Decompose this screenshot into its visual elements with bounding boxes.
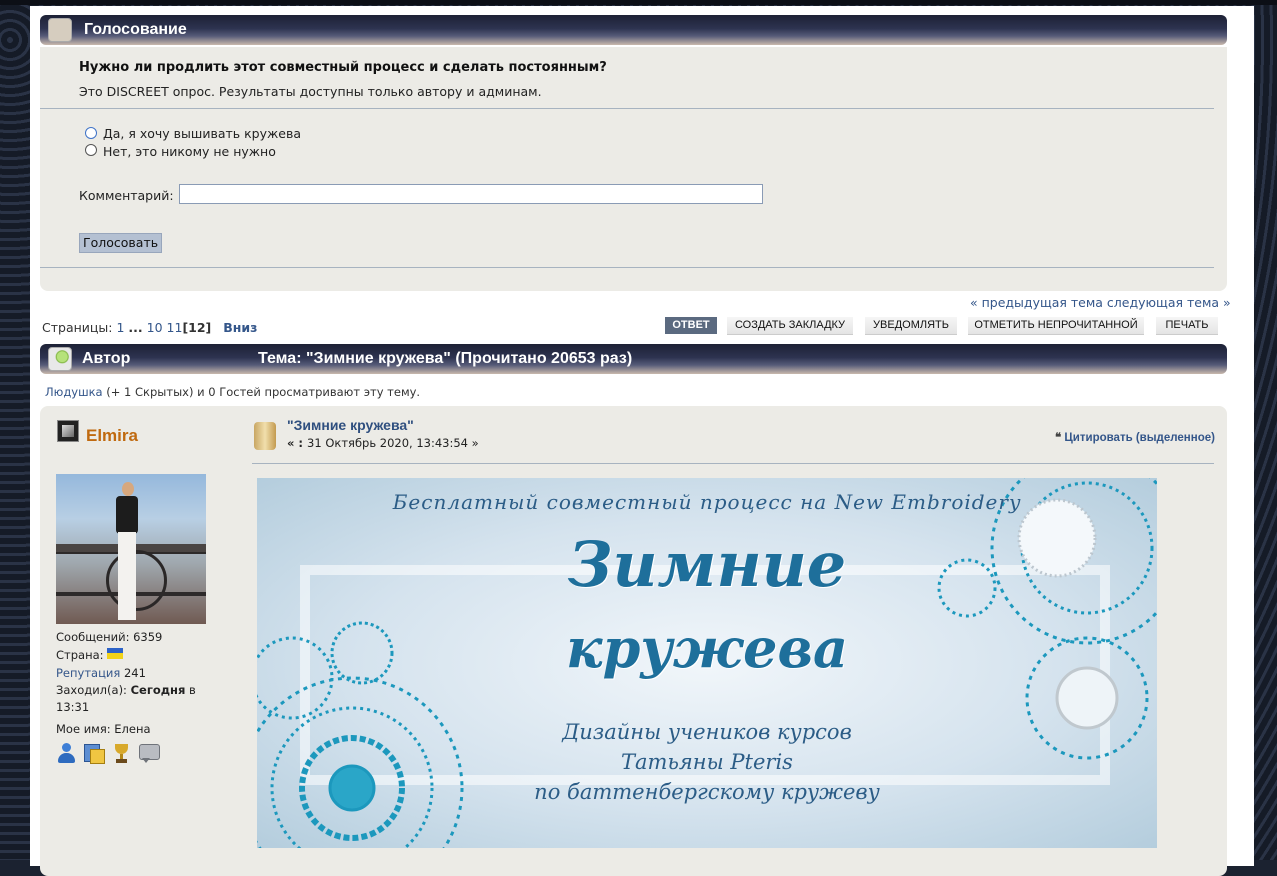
mark-unread-button[interactable]: ОТМЕТИТЬ НЕПРОЧИТАННОЙ bbox=[968, 317, 1144, 335]
comment-label: Комментарий: bbox=[79, 188, 174, 203]
poll-note: Это DISCREET опрос. Результаты доступны … bbox=[79, 84, 542, 99]
divider bbox=[40, 267, 1214, 268]
poll-header-title: Голосование bbox=[84, 21, 187, 38]
ukraine-flag-icon bbox=[107, 648, 123, 659]
viewers-rest: (+ 1 Скрытых) и 0 Гостей просматривают э… bbox=[102, 385, 421, 399]
pages-ellipsis: ... bbox=[128, 320, 143, 335]
viewers-line: Людушка (+ 1 Скрытых) и 0 Гостей просмат… bbox=[45, 385, 420, 399]
pages-label: Страницы: bbox=[42, 320, 113, 335]
topic-icon bbox=[48, 347, 72, 371]
prev-next-topic-links[interactable]: « предыдущая тема следующая тема » bbox=[970, 295, 1231, 310]
banner-title-1: Зимние bbox=[567, 528, 847, 601]
last-seen-time: 13:31 bbox=[56, 700, 90, 714]
page-link-11[interactable]: 11 bbox=[167, 320, 183, 335]
last-seen-value: Сегодня bbox=[130, 683, 186, 697]
trophy-icon[interactable] bbox=[111, 742, 133, 764]
post-count: Сообщений: 6359 bbox=[56, 630, 163, 644]
poll-option-radio-1[interactable] bbox=[85, 127, 97, 139]
poll-header: Голосование bbox=[40, 15, 1227, 45]
banner-line1: Бесплатный совместный процесс на New Emb… bbox=[392, 490, 1022, 514]
window-top-edge bbox=[0, 0, 1277, 5]
reputation: Репутация 241 bbox=[56, 666, 146, 680]
notify-button[interactable]: УВЕДОМЛЯТЬ bbox=[865, 317, 957, 335]
divider bbox=[252, 463, 1214, 464]
author-column-label: Автор bbox=[82, 350, 131, 367]
quote-selected-link[interactable]: ❝ Цитировать (выделенное) bbox=[1055, 430, 1215, 444]
comment-input[interactable] bbox=[179, 184, 763, 204]
message-icon[interactable] bbox=[138, 742, 160, 764]
pagination: Страницы: 1 ... 10 11[12] Вниз bbox=[42, 320, 257, 335]
reputation-value: 241 bbox=[123, 666, 146, 680]
banner-sub-2: Татьяны Pteris bbox=[621, 750, 793, 774]
post-date-prefix: « : bbox=[287, 436, 308, 450]
banner-title-2: кружева bbox=[566, 616, 848, 680]
banner-sub-3: по баттенбергскому кружеву bbox=[534, 780, 880, 804]
poll-option-radio-2[interactable] bbox=[85, 144, 97, 156]
topic-title: Тема: "Зимние кружева" (Прочитано 20653 … bbox=[258, 350, 633, 367]
post-author-name[interactable]: Elmira bbox=[86, 426, 138, 446]
page-link-1[interactable]: 1 bbox=[116, 320, 124, 335]
bookmark-button[interactable]: СОЗДАТЬ ЗАКЛАДКУ bbox=[727, 317, 853, 335]
post-date-value: 31 Октябрь 2020, 13:43:54 » bbox=[307, 436, 479, 450]
online-status-icon bbox=[57, 420, 79, 442]
go-down-link[interactable]: Вниз bbox=[223, 320, 257, 335]
poll-icon bbox=[48, 18, 72, 42]
page-link-10[interactable]: 10 bbox=[147, 320, 163, 335]
last-seen: Заходил(а): Сегодня в bbox=[56, 683, 196, 697]
poll-option-label-2[interactable]: Нет, это никому не нужно bbox=[103, 144, 276, 159]
poll-panel: Нужно ли продлить этот совместный процес… bbox=[40, 47, 1227, 291]
custom-name-field: Мое имя: Елена bbox=[56, 722, 151, 736]
reputation-link[interactable]: Репутация bbox=[56, 666, 120, 680]
last-seen-suffix: в bbox=[189, 683, 196, 697]
reply-button[interactable]: ОТВЕТ bbox=[665, 317, 717, 334]
banner-sub-1: Дизайны учеников курсов bbox=[562, 720, 852, 744]
profile-icon[interactable] bbox=[56, 742, 78, 764]
post-date: « : 31 Октябрь 2020, 13:43:54 » bbox=[287, 436, 479, 450]
quote-selected-label[interactable]: Цитировать (выделенное) bbox=[1064, 432, 1215, 444]
post-banner-image: Бесплатный совместный процесс на New Emb… bbox=[257, 478, 1157, 848]
poll-option-label-1[interactable]: Да, я хочу вышивать кружева bbox=[103, 126, 301, 141]
posts-icon[interactable] bbox=[83, 742, 105, 764]
print-button[interactable]: ПЕЧАТЬ bbox=[1156, 317, 1218, 335]
current-page: [12] bbox=[182, 320, 212, 335]
post-subject-link[interactable]: "Зимние кружева" bbox=[287, 417, 414, 433]
avatar[interactable] bbox=[56, 474, 206, 624]
post-scroll-icon bbox=[254, 422, 276, 450]
vote-button[interactable]: Голосовать bbox=[79, 233, 163, 253]
topic-header: Автор Тема: "Зимние кружева" (Прочитано … bbox=[40, 344, 1227, 374]
forum-page: Голосование Нужно ли продлить этот совме… bbox=[30, 6, 1254, 876]
viewer-user-link[interactable]: Людушка bbox=[45, 385, 103, 399]
quote-icon: ❝ bbox=[1055, 432, 1062, 444]
last-seen-label: Заходил(а): bbox=[56, 683, 127, 697]
divider bbox=[40, 108, 1214, 109]
country-label: Страна: bbox=[56, 648, 104, 662]
poll-question: Нужно ли продлить этот совместный процес… bbox=[79, 60, 607, 75]
